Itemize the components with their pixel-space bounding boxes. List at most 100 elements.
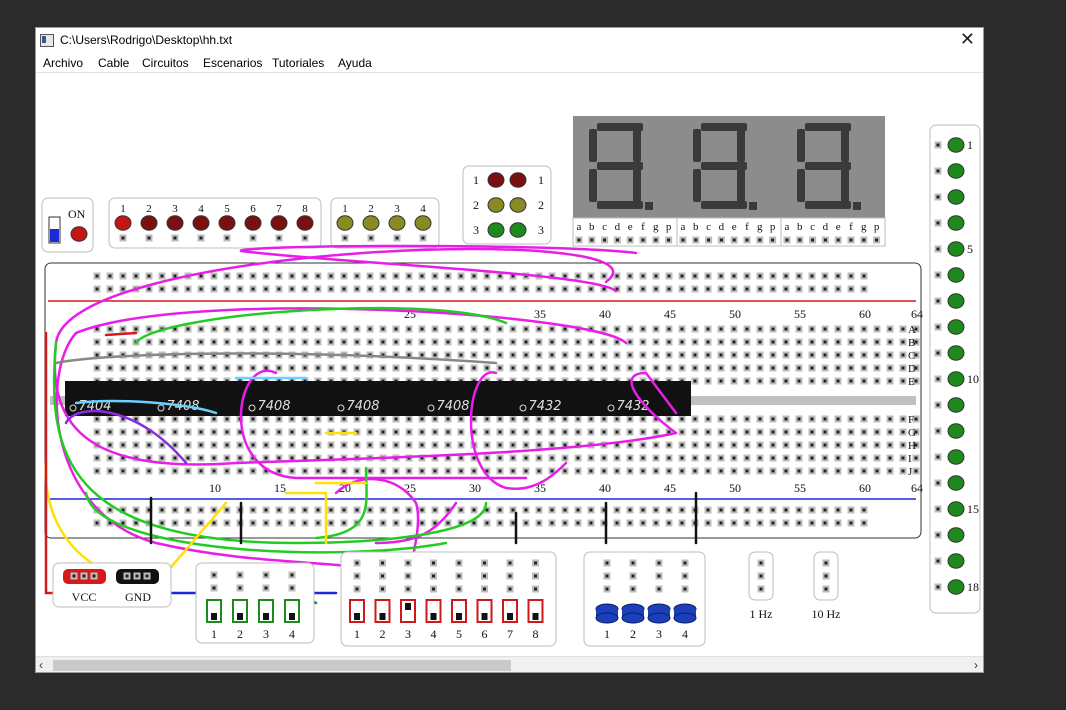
breadboard-hole xyxy=(444,467,452,475)
output-led[interactable] xyxy=(947,475,965,491)
clock-pin xyxy=(822,559,830,567)
yellow-led[interactable] xyxy=(362,215,380,231)
output-led[interactable] xyxy=(947,501,965,517)
push-button[interactable] xyxy=(621,603,645,624)
red-switch[interactable] xyxy=(374,599,391,623)
green-switch[interactable] xyxy=(284,599,300,623)
ic-chip[interactable]: 7404 xyxy=(65,381,153,416)
red-led[interactable] xyxy=(166,215,184,231)
red-switch[interactable] xyxy=(502,599,518,623)
ic-chip[interactable]: 7408 xyxy=(153,381,244,416)
green-switch[interactable] xyxy=(232,599,248,623)
push-button[interactable] xyxy=(595,603,619,624)
traffic-led[interactable] xyxy=(487,197,505,213)
breadboard-hole xyxy=(457,364,465,372)
ic-chip[interactable]: 7408 xyxy=(244,381,333,416)
ic-chip[interactable]: 7432 xyxy=(603,381,691,416)
menu-cable[interactable]: Cable xyxy=(98,56,129,70)
push-button[interactable] xyxy=(647,603,671,624)
output-led[interactable] xyxy=(947,293,965,309)
breadboard-hole xyxy=(145,325,153,333)
power-led[interactable] xyxy=(70,226,88,242)
ic-chip[interactable]: 7408 xyxy=(423,381,515,416)
breadboard-hole xyxy=(197,506,205,514)
red-switch[interactable] xyxy=(400,599,416,623)
circuit-workspace[interactable]: ON 1 2 3 4 5 6 7 8 1 2 3 4 1 1 2 2 3 3 a b c d e f g p a b c d e f g p a b c d… xyxy=(36,72,983,657)
horizontal-scrollbar[interactable]: ‹ › xyxy=(36,656,983,672)
output-led[interactable] xyxy=(947,137,965,153)
menu-ayuda[interactable]: Ayuda xyxy=(338,56,372,70)
switch-pin xyxy=(210,584,218,592)
scroll-right-icon[interactable]: › xyxy=(974,658,978,672)
red-led[interactable] xyxy=(270,215,288,231)
traffic-led[interactable] xyxy=(487,222,505,238)
menu-archivo[interactable]: Archivo xyxy=(43,56,83,70)
gnd-pin xyxy=(123,572,131,580)
scroll-thumb[interactable] xyxy=(53,660,511,671)
traffic-led[interactable] xyxy=(509,172,527,188)
red-switch[interactable] xyxy=(476,599,493,623)
push-button[interactable] xyxy=(673,603,697,624)
close-icon[interactable]: ✕ xyxy=(960,30,975,48)
column-number: 50 xyxy=(729,481,741,495)
output-led[interactable] xyxy=(947,527,965,543)
segment-label: a xyxy=(577,221,582,233)
output-led[interactable] xyxy=(947,553,965,569)
ic-chip[interactable]: 7408 xyxy=(333,381,423,416)
output-led[interactable] xyxy=(947,215,965,231)
yellow-led[interactable] xyxy=(336,215,354,231)
traffic-led[interactable] xyxy=(509,222,527,238)
ic-chip[interactable]: 7432 xyxy=(515,381,603,416)
breadboard-hole xyxy=(756,285,764,293)
red-led[interactable] xyxy=(244,215,262,231)
output-led[interactable] xyxy=(947,397,965,413)
yellow-led[interactable] xyxy=(388,215,406,231)
breadboard-hole xyxy=(444,351,452,359)
output-led-pin xyxy=(934,245,942,253)
segment-label: b xyxy=(797,221,803,233)
breadboard-hole xyxy=(392,338,400,346)
menu-circuitos[interactable]: Circuitos xyxy=(142,56,189,70)
breadboard-hole xyxy=(327,364,335,372)
menu-tutoriales[interactable]: Tutoriales xyxy=(272,56,324,70)
red-switch[interactable] xyxy=(425,599,442,623)
output-led[interactable] xyxy=(947,319,965,335)
red-switch[interactable] xyxy=(451,599,467,623)
output-led[interactable] xyxy=(947,189,965,205)
output-led[interactable] xyxy=(947,423,965,439)
breadboard-hole xyxy=(886,441,894,449)
red-led[interactable] xyxy=(192,215,210,231)
breadboard-hole xyxy=(444,338,452,346)
red-switch[interactable] xyxy=(527,599,544,623)
breadboard-hole xyxy=(340,364,348,372)
breadboard-hole xyxy=(496,428,504,436)
output-led[interactable] xyxy=(947,371,965,387)
scroll-left-icon[interactable]: ‹ xyxy=(39,658,43,672)
green-switch[interactable] xyxy=(258,599,274,623)
red-led[interactable] xyxy=(218,215,236,231)
breadboard-hole xyxy=(93,428,101,436)
traffic-led[interactable] xyxy=(509,197,527,213)
output-led[interactable] xyxy=(947,241,965,257)
breadboard-hole xyxy=(132,441,140,449)
breadboard-hole xyxy=(860,415,868,423)
segment-label: f xyxy=(849,221,853,233)
output-led[interactable] xyxy=(947,163,965,179)
breadboard-hole xyxy=(873,325,881,333)
output-led[interactable] xyxy=(947,449,965,465)
yellow-led[interactable] xyxy=(414,215,432,231)
traffic-led[interactable] xyxy=(487,172,505,188)
menu-escenarios[interactable]: Escenarios xyxy=(203,56,262,70)
switch-pin xyxy=(455,559,463,567)
breadboard-hole xyxy=(769,415,777,423)
breadboard-hole xyxy=(769,338,777,346)
output-led[interactable] xyxy=(947,345,965,361)
green-switch[interactable] xyxy=(206,599,222,623)
red-led[interactable] xyxy=(140,215,158,231)
output-led[interactable] xyxy=(947,579,965,595)
breadboard-hole xyxy=(756,454,764,462)
red-switch[interactable] xyxy=(349,599,365,623)
red-led[interactable] xyxy=(114,215,132,231)
output-led[interactable] xyxy=(947,267,965,283)
red-led[interactable] xyxy=(296,215,314,231)
